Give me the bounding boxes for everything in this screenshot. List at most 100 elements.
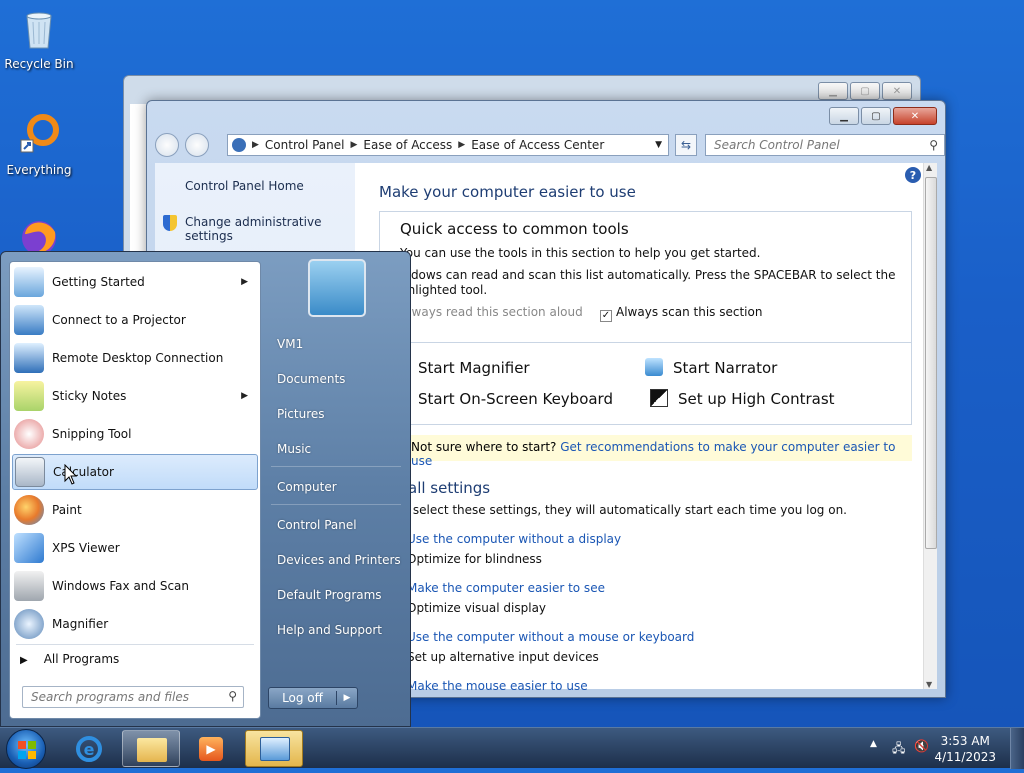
start-link-control-panel[interactable]: Control Panel: [277, 518, 357, 532]
desktop-icon-label: Everything: [6, 163, 72, 177]
program-calculator[interactable]: Calculator: [12, 454, 258, 490]
scan-section-checkbox[interactable]: ✓ Always scan this section: [600, 305, 762, 322]
all-programs-label: All Programs: [43, 652, 120, 666]
recycle-bin-icon: [26, 12, 52, 49]
easier-to-see-link[interactable]: Make the computer easier to see: [407, 581, 605, 595]
search-icon[interactable]: ⚲: [228, 689, 237, 703]
search-input[interactable]: Search Control Panel ⚲: [705, 134, 945, 156]
change-admin-settings-link[interactable]: Change administrative settings: [185, 215, 355, 243]
close-button[interactable]: ✕: [893, 107, 937, 125]
forward-button[interactable]: [185, 133, 209, 157]
help-icon[interactable]: ?: [905, 167, 921, 183]
programs-pane: Getting Started ▶ Connect to a Projector …: [9, 261, 261, 719]
start-link-documents[interactable]: Documents: [277, 372, 345, 386]
program-xps-viewer[interactable]: XPS Viewer: [12, 530, 258, 566]
internet-explorer-icon: e: [76, 736, 102, 762]
program-magnifier[interactable]: Magnifier: [12, 606, 258, 642]
mouse-easier-link[interactable]: Make the mouse easier to use: [407, 679, 588, 693]
submenu-arrow-icon: ▶: [241, 391, 248, 401]
all-programs-button[interactable]: ▶ All Programs: [20, 652, 119, 666]
taskbar-internet-explorer[interactable]: e: [60, 730, 118, 767]
control-panel-icon: [260, 737, 290, 761]
start-link-music[interactable]: Music: [277, 442, 311, 456]
program-label: Remote Desktop Connection: [52, 351, 224, 365]
tool-label: Start On-Screen Keyboard: [418, 390, 613, 408]
refresh-button[interactable]: ⇆: [675, 134, 697, 156]
everything-search-icon: [20, 114, 59, 153]
scissors-icon: [14, 419, 44, 449]
minimize-button[interactable]: ▁: [818, 82, 848, 100]
taskbar-windows-explorer[interactable]: [122, 730, 180, 767]
folder-icon: [137, 738, 167, 762]
section-description: You can use the tools in this section to…: [400, 246, 761, 260]
taskbar-media-player[interactable]: ▶: [182, 730, 240, 767]
breadcrumb-control-panel[interactable]: Control Panel: [265, 138, 345, 152]
checkbox-label: Always read this section aloud: [400, 305, 583, 319]
link-description: Optimize visual display: [407, 601, 547, 615]
xps-viewer-icon: [14, 533, 44, 563]
search-icon[interactable]: ⚲: [929, 138, 938, 152]
maximize-button[interactable]: ▢: [861, 107, 891, 125]
start-link-user[interactable]: VM1: [277, 337, 303, 351]
network-icon[interactable]: 🖧: [892, 739, 905, 760]
desktop-icon-recycle-bin[interactable]: Recycle Bin: [1, 6, 77, 71]
scrollbar-thumb[interactable]: [925, 177, 937, 549]
control-panel-home-link[interactable]: Control Panel Home: [185, 179, 304, 193]
program-getting-started[interactable]: Getting Started ▶: [12, 264, 258, 300]
program-label: Calculator: [53, 465, 114, 479]
start-link-pictures[interactable]: Pictures: [277, 407, 325, 421]
checkbox-label: Always scan this section: [616, 305, 763, 319]
start-narrator-link[interactable]: Start Narrator: [645, 358, 777, 377]
checkmark-icon: ✓: [600, 310, 612, 322]
program-remote-desktop[interactable]: Remote Desktop Connection: [12, 340, 258, 376]
log-off-label: Log off: [269, 691, 337, 705]
user-avatar[interactable]: [308, 259, 366, 317]
program-label: Getting Started: [52, 275, 145, 289]
shield-icon: [163, 215, 177, 231]
back-button[interactable]: [155, 133, 179, 157]
program-label: Paint: [52, 503, 82, 517]
chevron-down-icon[interactable]: ▼: [655, 140, 662, 150]
address-bar[interactable]: ▶ Control Panel ▶ Ease of Access ▶ Ease …: [227, 134, 669, 156]
start-link-computer[interactable]: Computer: [277, 480, 337, 494]
start-link-default-programs[interactable]: Default Programs: [277, 588, 382, 602]
program-snipping-tool[interactable]: Snipping Tool: [12, 416, 258, 452]
minimize-button[interactable]: ▁: [829, 107, 859, 125]
start-button[interactable]: [6, 729, 46, 769]
taskbar-control-panel[interactable]: [245, 730, 303, 767]
program-paint[interactable]: Paint: [12, 492, 258, 528]
maximize-button[interactable]: ▢: [850, 82, 880, 100]
desktop-icon-everything[interactable]: Everything: [1, 112, 77, 177]
show-hidden-icons-icon[interactable]: ▲: [870, 739, 877, 749]
start-link-help-and-support[interactable]: Help and Support: [277, 623, 382, 637]
set-up-high-contrast-link[interactable]: Set up High Contrast: [650, 389, 835, 408]
program-label: Sticky Notes: [52, 389, 127, 403]
show-desktop-button[interactable]: [1010, 728, 1024, 769]
log-off-button[interactable]: Log off ▶: [268, 687, 358, 709]
chevron-right-icon[interactable]: ▶: [337, 693, 357, 703]
main-content: Make your computer easier to use ? Quick…: [355, 163, 927, 693]
magnifier-icon: [14, 609, 44, 639]
breadcrumb-ease-of-access-center[interactable]: Ease of Access Center: [471, 138, 604, 152]
desktop-icon-label: Recycle Bin: [4, 57, 74, 71]
start-on-screen-keyboard-link[interactable]: Start On-Screen Keyboard: [390, 389, 613, 408]
start-search-input[interactable]: Search programs and files ⚲: [22, 686, 244, 708]
volume-muted-icon[interactable]: 🔇: [914, 739, 929, 753]
sticky-notes-icon: [14, 381, 44, 411]
without-mouse-keyboard-link[interactable]: Use the computer without a mouse or keyb…: [407, 630, 694, 644]
search-placeholder: Search programs and files: [31, 690, 189, 704]
program-sticky-notes[interactable]: Sticky Notes ▶: [12, 378, 258, 414]
narrator-icon: [645, 358, 663, 376]
read-aloud-checkbox[interactable]: Always read this section aloud: [400, 305, 583, 319]
program-connect-to-projector[interactable]: Connect to a Projector: [12, 302, 258, 338]
tool-label: Start Magnifier: [418, 359, 530, 377]
fax-icon: [14, 571, 44, 601]
without-display-link[interactable]: Use the computer without a display: [407, 532, 621, 546]
breadcrumb-ease-of-access[interactable]: Ease of Access: [363, 138, 452, 152]
start-link-devices-and-printers[interactable]: Devices and Printers: [277, 553, 401, 567]
close-button[interactable]: ✕: [882, 82, 912, 100]
vertical-scrollbar[interactable]: ▲ ▼: [923, 163, 937, 689]
program-windows-fax-and-scan[interactable]: Windows Fax and Scan: [12, 568, 258, 604]
program-label: Connect to a Projector: [52, 313, 186, 327]
system-clock[interactable]: 3:53 AM 4/11/2023: [934, 733, 996, 765]
